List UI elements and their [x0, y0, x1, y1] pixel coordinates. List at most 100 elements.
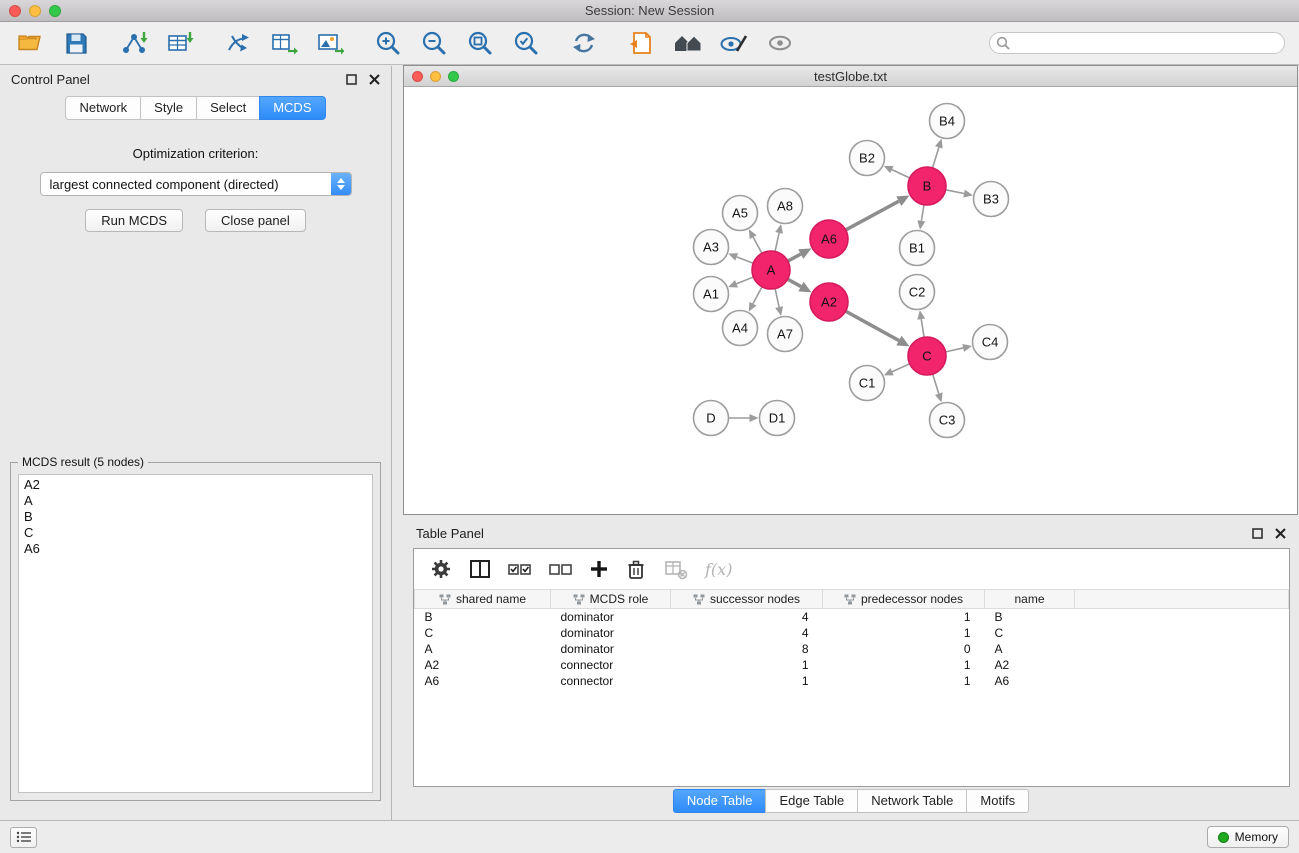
run-mcds-button[interactable]: Run MCDS	[85, 209, 183, 232]
tab-network[interactable]: Network	[65, 96, 140, 120]
zoom-fit-button[interactable]	[464, 28, 496, 58]
table-cell[interactable]: 1	[823, 625, 985, 641]
graph-edge-A-A8[interactable]	[775, 233, 779, 252]
float-table-panel-icon[interactable]	[1252, 528, 1263, 539]
tab-style[interactable]: Style	[140, 96, 196, 120]
tab-select[interactable]: Select	[196, 96, 259, 120]
open-session-button[interactable]	[14, 28, 46, 58]
network-zoom-button[interactable]	[448, 71, 459, 82]
close-panel-button[interactable]: Close panel	[205, 209, 306, 232]
table-cell[interactable]: A2	[985, 657, 1075, 673]
close-panel-icon[interactable]	[369, 74, 380, 85]
table-cell[interactable]: 1	[823, 657, 985, 673]
toggle-view-button[interactable]	[764, 28, 796, 58]
show-columns-button[interactable]	[469, 559, 491, 579]
table-row[interactable]: A2connector11A2	[415, 657, 1289, 673]
task-history-button[interactable]	[10, 827, 37, 848]
home-button[interactable]	[672, 28, 704, 58]
memory-button[interactable]: Memory	[1207, 826, 1289, 848]
zoom-selected-button[interactable]	[510, 28, 542, 58]
network-close-button[interactable]	[412, 71, 423, 82]
table-cell[interactable]: A6	[415, 673, 551, 689]
table-cell[interactable]: 1	[823, 609, 985, 625]
column-header-shared-name[interactable]: shared name	[415, 590, 551, 609]
graph-edge-A-A5[interactable]	[753, 237, 762, 253]
float-panel-icon[interactable]	[346, 74, 357, 85]
column-header-mcds-role[interactable]: MCDS role	[551, 590, 671, 609]
table-cell[interactable]: connector	[551, 673, 671, 689]
graph-edge-C-C3[interactable]	[933, 374, 939, 394]
graph-edge-A-A2[interactable]	[788, 279, 801, 286]
table-cell[interactable]: C	[415, 625, 551, 641]
table-cell[interactable]: B	[985, 609, 1075, 625]
table-cell[interactable]: A6	[985, 673, 1075, 689]
delete-table-button[interactable]	[664, 558, 688, 580]
zoom-out-button[interactable]	[418, 28, 450, 58]
mcds-result-item[interactable]: A6	[24, 541, 367, 557]
delete-column-button[interactable]	[625, 558, 647, 580]
table-cell[interactable]: 4	[671, 625, 823, 641]
graph-edge-B-B3[interactable]	[946, 190, 964, 194]
graph-edge-C-C4[interactable]	[946, 348, 964, 352]
function-builder-button[interactable]: f(x)	[705, 560, 732, 579]
network-canvas[interactable]: B4B2BB3A5A8A6A3B1AA1C2A2A4A7C4CC1C3DD1	[404, 88, 1297, 514]
tab-mcds[interactable]: MCDS	[259, 96, 325, 120]
graph-edge-B-B2[interactable]	[892, 170, 910, 178]
table-cell[interactable]: A	[415, 641, 551, 657]
table-row[interactable]: Cdominator41C	[415, 625, 1289, 641]
graph-edge-C-C2[interactable]	[921, 319, 924, 337]
table-cell[interactable]: A2	[415, 657, 551, 673]
create-column-button[interactable]	[590, 560, 608, 578]
zoom-window-button[interactable]	[49, 5, 61, 17]
graph-edge-A-A6[interactable]	[788, 254, 801, 261]
table-cell[interactable]: connector	[551, 657, 671, 673]
tab-node-table[interactable]: Node Table	[673, 789, 766, 813]
table-cell[interactable]: dominator	[551, 641, 671, 657]
column-header-predecessor-nodes[interactable]: predecessor nodes	[823, 590, 985, 609]
graph-edge-A-A4[interactable]	[753, 287, 762, 304]
import-network-button[interactable]	[118, 28, 150, 58]
close-window-button[interactable]	[9, 5, 21, 17]
table-cell[interactable]: dominator	[551, 625, 671, 641]
network-minimize-button[interactable]	[430, 71, 441, 82]
criterion-dropdown[interactable]: largest connected component (directed)	[40, 172, 352, 196]
tab-motifs[interactable]: Motifs	[966, 789, 1029, 813]
mcds-result-item[interactable]: C	[24, 525, 367, 541]
graph-edge-C-C1[interactable]	[892, 364, 910, 372]
network-window-titlebar[interactable]: testGlobe.txt	[404, 66, 1297, 87]
graph-edge-A-A1[interactable]	[737, 277, 754, 284]
graph-edge-A6-B[interactable]	[846, 201, 899, 230]
export-table-button[interactable]	[268, 28, 300, 58]
mcds-result-list[interactable]: A2ABCA6	[18, 474, 373, 793]
graph-edge-A-A3[interactable]	[737, 257, 754, 263]
save-session-button[interactable]	[60, 28, 92, 58]
annotation-button[interactable]	[626, 28, 658, 58]
graph-edge-B-B4[interactable]	[933, 147, 939, 168]
table-settings-button[interactable]	[430, 558, 452, 580]
deselect-all-columns-button[interactable]	[549, 561, 573, 577]
mcds-result-item[interactable]: A2	[24, 477, 367, 493]
search-input[interactable]	[989, 32, 1285, 54]
select-all-columns-button[interactable]	[508, 561, 532, 577]
zoom-in-button[interactable]	[372, 28, 404, 58]
export-image-button[interactable]	[314, 28, 346, 58]
graph-edge-A-A7[interactable]	[775, 289, 779, 308]
tab-network-table[interactable]: Network Table	[857, 789, 966, 813]
table-row[interactable]: Bdominator41B	[415, 609, 1289, 625]
table-cell[interactable]: dominator	[551, 609, 671, 625]
table-row[interactable]: Adominator80A	[415, 641, 1289, 657]
table-cell[interactable]: A	[985, 641, 1075, 657]
table-cell[interactable]: 1	[671, 673, 823, 689]
table-cell[interactable]: 1	[671, 657, 823, 673]
column-header-name[interactable]: name	[985, 590, 1075, 609]
apply-layout-button[interactable]	[568, 28, 600, 58]
table-row[interactable]: A6connector11A6	[415, 673, 1289, 689]
table-cell[interactable]: 4	[671, 609, 823, 625]
import-table-button[interactable]	[164, 28, 196, 58]
table-cell[interactable]: 1	[823, 673, 985, 689]
tab-edge-table[interactable]: Edge Table	[765, 789, 857, 813]
table-cell[interactable]: 8	[671, 641, 823, 657]
mcds-result-item[interactable]: A	[24, 493, 367, 509]
mcds-result-item[interactable]: B	[24, 509, 367, 525]
table-cell[interactable]: B	[415, 609, 551, 625]
